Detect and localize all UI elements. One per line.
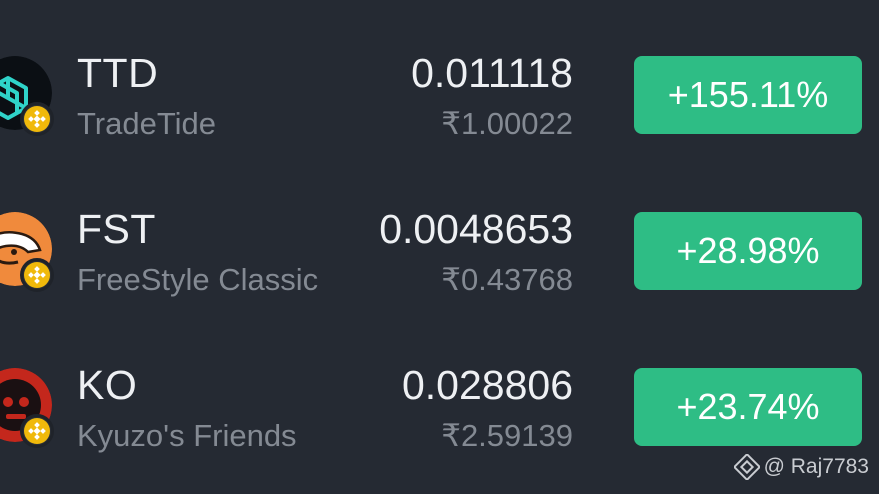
token-name: FreeStyle Classic bbox=[77, 262, 319, 297]
price-change-badge[interactable]: +155.11% bbox=[634, 56, 862, 134]
binance-logo-icon bbox=[733, 454, 760, 480]
watermark-handle: @ Raj7783 bbox=[763, 455, 869, 478]
token-row-ttd[interactable]: TTD TradeTide 0.011118 ₹1.00022 +155.11% bbox=[0, 20, 879, 170]
token-row-fst[interactable]: FST FreeStyle Classic 0.0048653 ₹0.43768… bbox=[0, 176, 879, 326]
token-price: 0.028806 bbox=[401, 362, 573, 408]
token-fiat-price: ₹1.00022 bbox=[441, 106, 573, 141]
watermark: @ Raj7783 bbox=[733, 454, 869, 480]
token-fiat-price: ₹0.43768 bbox=[441, 262, 573, 297]
token-name: TradeTide bbox=[77, 106, 216, 141]
token-fiat-price: ₹2.59139 bbox=[441, 418, 573, 453]
token-symbol: FST bbox=[77, 206, 156, 252]
bnb-chain-icon bbox=[20, 258, 54, 292]
token-name: Kyuzo's Friends bbox=[77, 418, 297, 453]
token-symbol: KO bbox=[77, 362, 138, 408]
price-change-badge[interactable]: +28.98% bbox=[634, 212, 862, 290]
token-price: 0.0048653 bbox=[379, 206, 573, 252]
price-change-badge[interactable]: +23.74% bbox=[634, 368, 862, 446]
token-symbol: TTD bbox=[77, 50, 159, 96]
bnb-chain-icon bbox=[20, 414, 54, 448]
bnb-chain-icon bbox=[20, 102, 54, 136]
token-price: 0.011118 bbox=[411, 50, 573, 96]
